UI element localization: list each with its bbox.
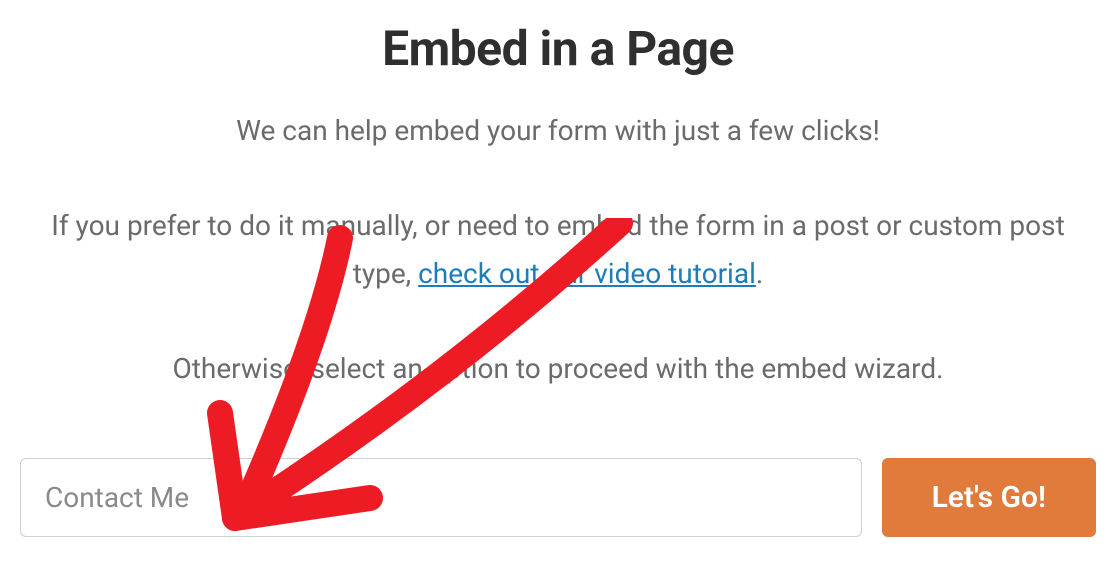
video-tutorial-link[interactable]: check out our video tutorial xyxy=(418,257,756,290)
dialog-title: Embed in a Page xyxy=(20,20,1096,77)
dialog-description: We can help embed your form with just a … xyxy=(20,107,1096,393)
wizard-prompt-text: Otherwise, select an option to proceed w… xyxy=(20,345,1096,393)
manual-text-suffix: . xyxy=(756,257,763,290)
embed-form-row: Let's Go! xyxy=(20,458,1096,537)
embed-dialog: Embed in a Page We can help embed your f… xyxy=(20,20,1096,537)
page-name-input[interactable] xyxy=(20,458,862,537)
lets-go-button[interactable]: Let's Go! xyxy=(882,458,1096,537)
intro-text: We can help embed your form with just a … xyxy=(20,107,1096,155)
